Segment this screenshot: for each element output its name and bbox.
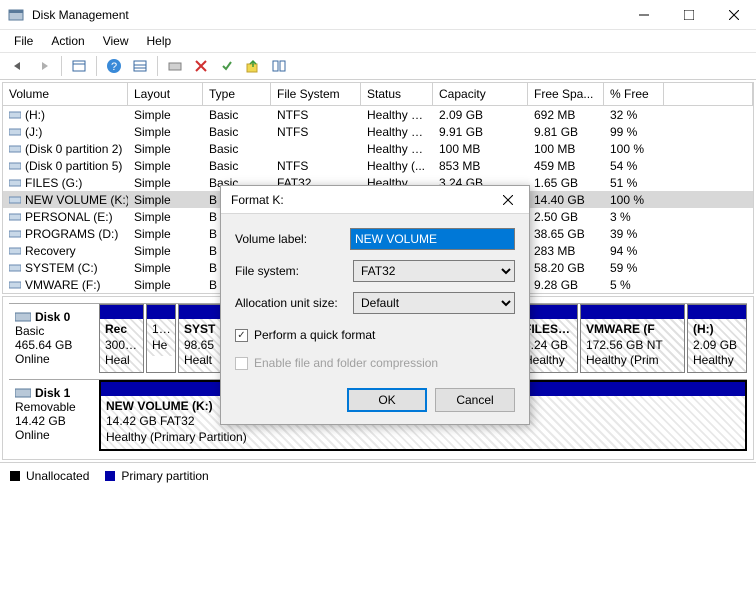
cancel-button[interactable]: Cancel bbox=[435, 388, 515, 412]
table-row[interactable]: (J:)SimpleBasicNTFSHealthy (P...9.91 GB9… bbox=[3, 123, 753, 140]
disk-0-partition[interactable]: 100He bbox=[146, 304, 176, 373]
col-status[interactable]: Status bbox=[361, 83, 433, 105]
disk-0-title: Disk 0 bbox=[15, 310, 93, 324]
volume-label-input[interactable] bbox=[350, 228, 515, 250]
menubar: File Action View Help bbox=[0, 30, 756, 52]
close-button[interactable] bbox=[711, 0, 756, 30]
legend: Unallocated Primary partition bbox=[0, 462, 756, 489]
table-row[interactable]: (H:)SimpleBasicNTFSHealthy (P...2.09 GB6… bbox=[3, 106, 753, 123]
disk-0-partition[interactable]: VMWARE (F172.56 GB NTHealthy (Prim bbox=[580, 304, 685, 373]
app-icon bbox=[8, 7, 24, 23]
filesystem-label: File system: bbox=[235, 264, 353, 278]
compression-label: Enable file and folder compression bbox=[254, 356, 438, 370]
disk-0-partition[interactable]: Rec300 MHeal bbox=[99, 304, 144, 373]
disk-icon bbox=[15, 311, 31, 323]
action-button[interactable] bbox=[241, 54, 265, 78]
disk-icon bbox=[15, 387, 31, 399]
allocation-label: Allocation unit size: bbox=[235, 296, 353, 310]
titlebar: Disk Management bbox=[0, 0, 756, 30]
disk-1-title: Disk 1 bbox=[15, 386, 93, 400]
forward-button[interactable] bbox=[32, 54, 56, 78]
help-button[interactable]: ? bbox=[102, 54, 126, 78]
refresh-button[interactable] bbox=[163, 54, 187, 78]
quick-format-label: Perform a quick format bbox=[254, 328, 375, 342]
check-button[interactable] bbox=[215, 54, 239, 78]
filesystem-select[interactable]: FAT32 bbox=[353, 260, 515, 282]
disk-view-button[interactable] bbox=[267, 54, 291, 78]
disk-0-status: Online bbox=[15, 352, 93, 366]
back-button[interactable] bbox=[6, 54, 30, 78]
list-view-button[interactable] bbox=[128, 54, 152, 78]
maximize-button[interactable] bbox=[666, 0, 711, 30]
volume-label-label: Volume label: bbox=[235, 232, 350, 246]
table-row[interactable]: (Disk 0 partition 2)SimpleBasicHealthy (… bbox=[3, 140, 753, 157]
disk-1-status: Online bbox=[15, 428, 93, 442]
toolbar: ? bbox=[0, 52, 756, 80]
menu-view[interactable]: View bbox=[95, 32, 137, 50]
ok-button[interactable]: OK bbox=[347, 388, 427, 412]
format-dialog: Format K: Volume label: File system: FAT… bbox=[220, 185, 530, 425]
disk-1-type: Removable bbox=[15, 400, 93, 414]
col-type[interactable]: Type bbox=[203, 83, 271, 105]
allocation-select[interactable]: Default bbox=[353, 292, 515, 314]
col-layout[interactable]: Layout bbox=[128, 83, 203, 105]
col-filesystem[interactable]: File System bbox=[271, 83, 361, 105]
disk-0-partition[interactable]: (H:)2.09 GBHealthy bbox=[687, 304, 747, 373]
window-title: Disk Management bbox=[32, 8, 129, 22]
legend-unallocated: Unallocated bbox=[26, 469, 89, 483]
delete-button[interactable] bbox=[189, 54, 213, 78]
table-header: Volume Layout Type File System Status Ca… bbox=[3, 83, 753, 106]
quick-format-checkbox[interactable]: ✓ bbox=[235, 329, 248, 342]
menu-file[interactable]: File bbox=[6, 32, 41, 50]
properties-button[interactable] bbox=[67, 54, 91, 78]
col-free[interactable]: Free Spa... bbox=[528, 83, 604, 105]
svg-text:?: ? bbox=[111, 61, 117, 73]
col-pct[interactable]: % Free bbox=[604, 83, 664, 105]
minimize-button[interactable] bbox=[621, 0, 666, 30]
dialog-title: Format K: bbox=[231, 193, 284, 207]
disk-0-size: 465.64 GB bbox=[15, 338, 93, 352]
compression-checkbox bbox=[235, 357, 248, 370]
menu-action[interactable]: Action bbox=[43, 32, 92, 50]
legend-unallocated-icon bbox=[10, 471, 20, 481]
col-volume[interactable]: Volume bbox=[3, 83, 128, 105]
col-capacity[interactable]: Capacity bbox=[433, 83, 528, 105]
menu-help[interactable]: Help bbox=[139, 32, 180, 50]
legend-primary-icon bbox=[105, 471, 115, 481]
disk-1-size: 14.42 GB bbox=[15, 414, 93, 428]
legend-primary: Primary partition bbox=[121, 469, 208, 483]
disk-0-type: Basic bbox=[15, 324, 93, 338]
dialog-close-button[interactable] bbox=[493, 188, 523, 212]
table-row[interactable]: (Disk 0 partition 5)SimpleBasicNTFSHealt… bbox=[3, 157, 753, 174]
